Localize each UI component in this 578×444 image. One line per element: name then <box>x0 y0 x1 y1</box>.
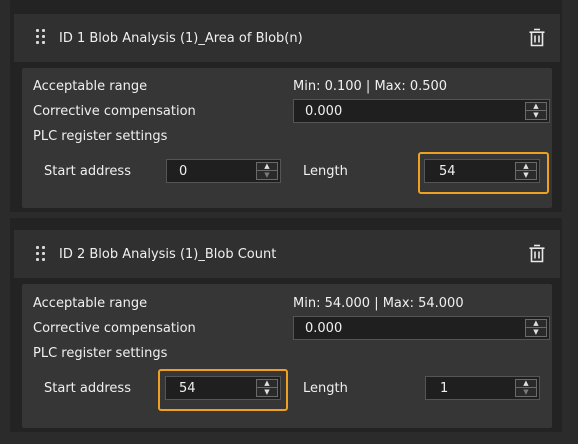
rule-title: ID 2 Blob Analysis (1)_Blob Count <box>59 247 277 262</box>
chevron-up-icon[interactable]: ▲ <box>526 103 546 111</box>
spin-buttons: ▲ ▼ <box>515 379 537 397</box>
start-address-input[interactable]: 54 ▲ ▼ <box>165 376 281 400</box>
length-input[interactable]: 54 ▲ ▼ <box>424 159 540 183</box>
start-address-label: Start address <box>44 164 131 179</box>
spin-buttons: ▲ ▼ <box>256 379 278 397</box>
length-value: 54 <box>439 164 456 179</box>
length-label: Length <box>303 164 348 179</box>
drag-handle-icon[interactable] <box>36 29 48 47</box>
plc-register-settings-label: PLC register settings <box>33 129 168 144</box>
plc-register-settings-label: PLC register settings <box>33 346 168 361</box>
spin-buttons: ▲ ▼ <box>525 319 547 337</box>
length-input[interactable]: 1 ▲ ▼ <box>425 376 540 400</box>
start-address-label: Start address <box>44 381 131 396</box>
chevron-down-icon[interactable]: ▼ <box>526 328 546 336</box>
corrective-compensation-input[interactable]: 0.000 ▲ ▼ <box>293 99 550 123</box>
drag-handle-icon[interactable] <box>36 246 48 264</box>
rule-title: ID 1 Blob Analysis (1)_Area of Blob(n) <box>59 31 303 46</box>
chevron-down-icon[interactable]: ▼ <box>516 171 536 179</box>
spin-buttons: ▲ ▼ <box>256 162 278 180</box>
chevron-down-icon[interactable]: ▼ <box>526 111 546 119</box>
corrective-compensation-value: 0.000 <box>305 321 343 336</box>
chevron-up-icon[interactable]: ▲ <box>516 163 536 171</box>
length-value: 1 <box>440 381 449 396</box>
chevron-up-icon[interactable]: ▲ <box>257 380 277 388</box>
corrective-compensation-input[interactable]: 0.000 ▲ ▼ <box>293 316 550 340</box>
trash-icon[interactable] <box>528 28 546 48</box>
acceptable-range-value: Min: 0.100 | Max: 0.500 <box>293 79 448 94</box>
spin-buttons: ▲ ▼ <box>525 102 547 120</box>
chevron-up-icon[interactable]: ▲ <box>526 320 546 328</box>
chevron-down-icon[interactable]: ▼ <box>257 388 277 396</box>
corrective-compensation-label: Corrective compensation <box>33 104 196 119</box>
chevron-down-icon[interactable]: ▼ <box>257 171 277 179</box>
acceptable-range-value: Min: 54.000 | Max: 54.000 <box>293 296 464 311</box>
corrective-compensation-value: 0.000 <box>305 104 343 119</box>
acceptable-range-label: Acceptable range <box>33 296 148 311</box>
length-label: Length <box>303 381 348 396</box>
chevron-up-icon[interactable]: ▲ <box>257 163 277 171</box>
corrective-compensation-label: Corrective compensation <box>33 321 196 336</box>
chevron-up-icon[interactable]: ▲ <box>516 380 536 388</box>
acceptable-range-label: Acceptable range <box>33 79 148 94</box>
spin-buttons: ▲ ▼ <box>515 162 537 180</box>
chevron-down-icon[interactable]: ▼ <box>516 388 536 396</box>
start-address-value: 54 <box>179 381 196 396</box>
trash-icon[interactable] <box>528 244 546 264</box>
start-address-input[interactable]: 0 ▲ ▼ <box>166 159 281 183</box>
start-address-value: 0 <box>179 164 188 179</box>
